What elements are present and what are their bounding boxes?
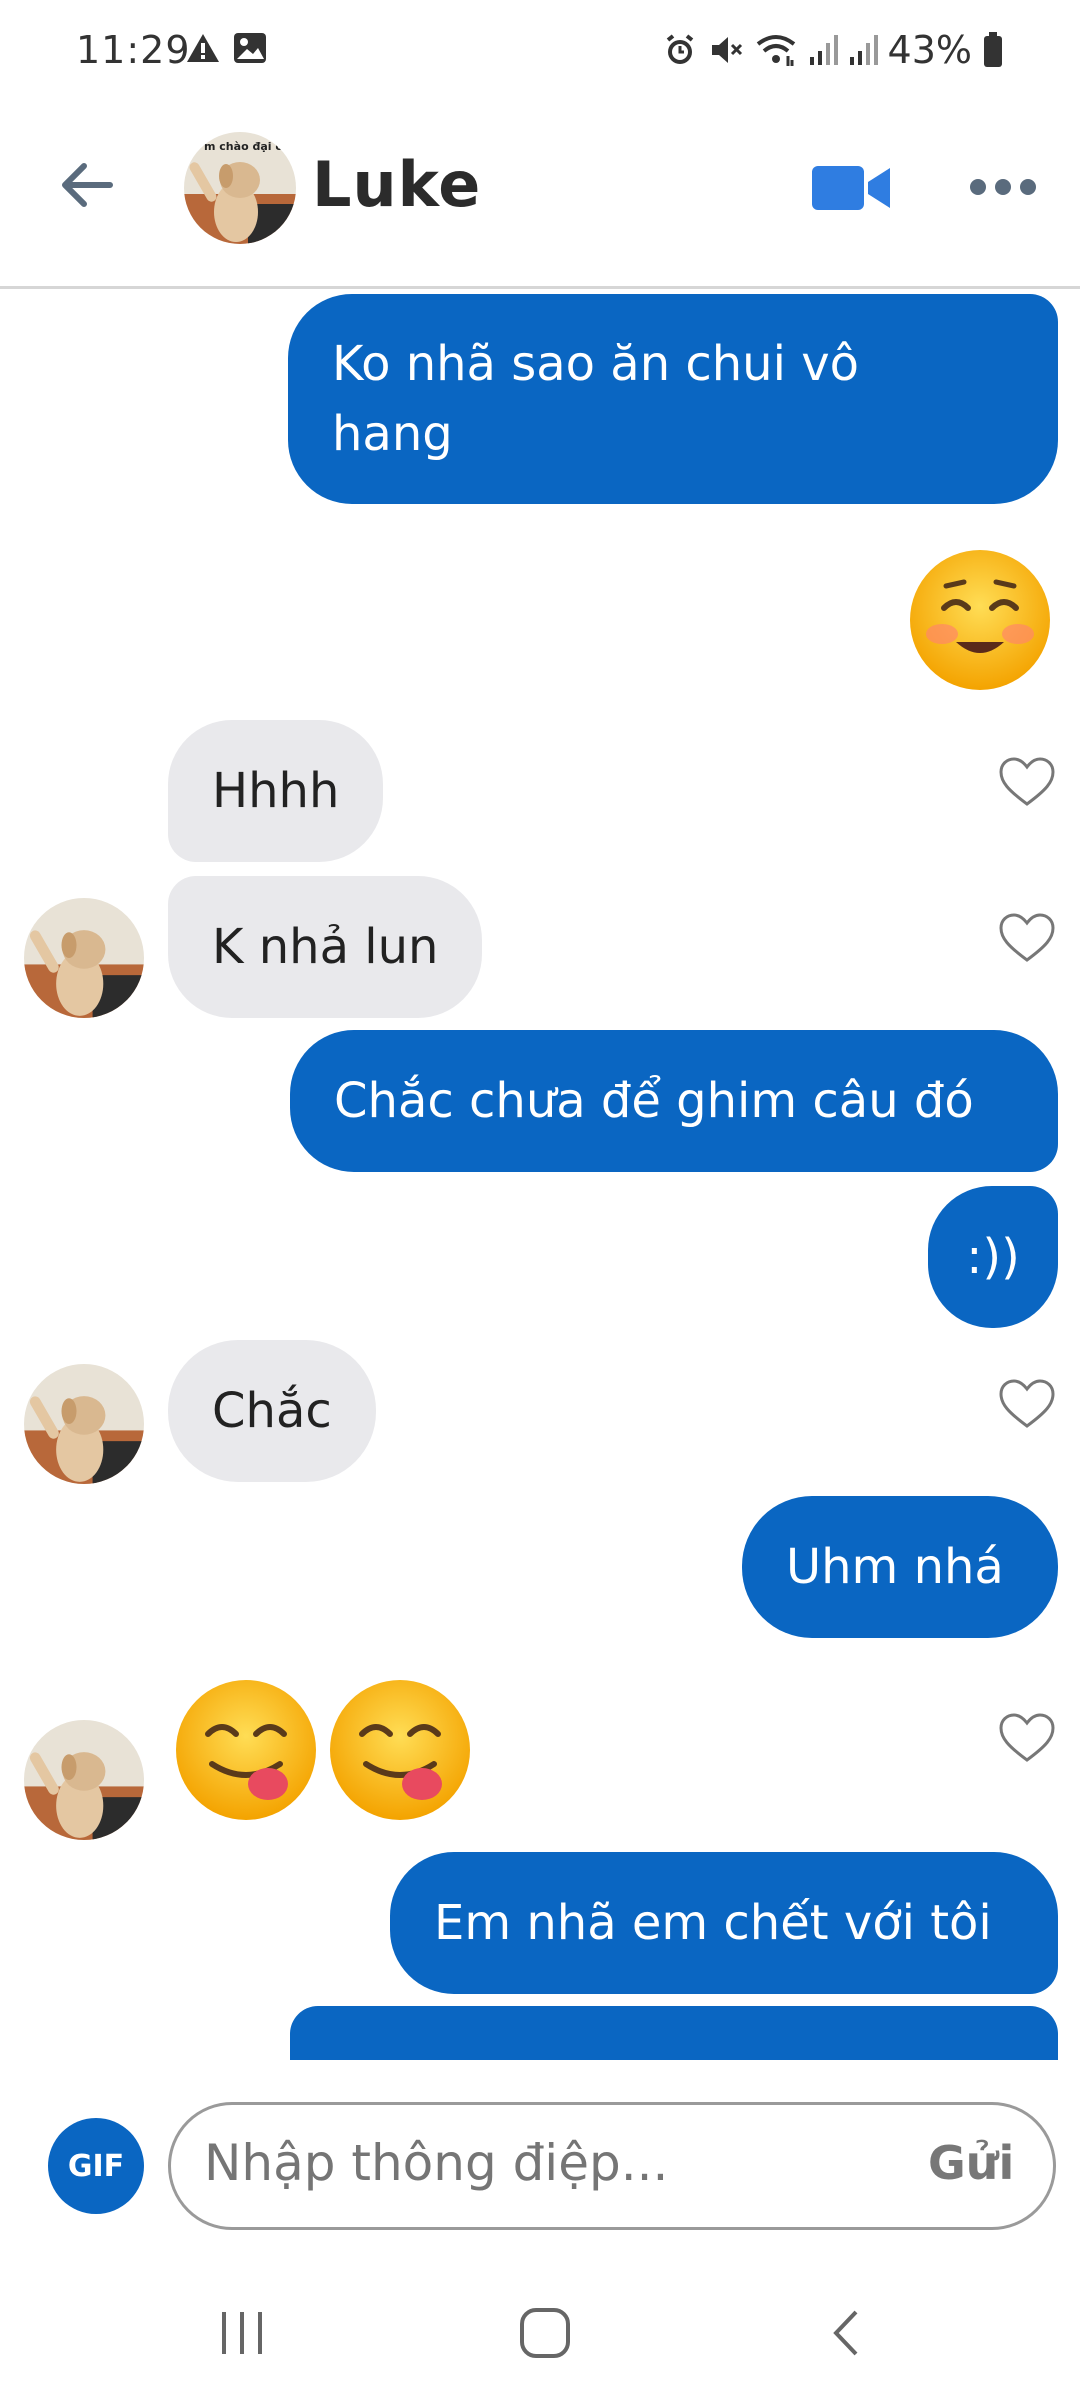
heart-icon[interactable] — [998, 1378, 1056, 1430]
face-savoring-food-emoji-icon[interactable] — [172, 1676, 320, 1824]
back-nav-icon[interactable] — [826, 2308, 866, 2358]
incoming-message[interactable]: K nhả lun — [168, 876, 483, 1018]
message-text: K nhả lun — [212, 919, 439, 975]
heart-icon[interactable] — [998, 1712, 1056, 1764]
message-text-line: Ko nhã sao ăn chui vô — [332, 336, 859, 392]
gif-button[interactable]: GIF — [48, 2118, 144, 2214]
send-button[interactable]: Gửi — [928, 2136, 1014, 2190]
svg-text:m chào đại c: m chào đại c — [204, 140, 282, 153]
heart-icon[interactable] — [998, 912, 1056, 964]
message-text: Uhm nhá — [786, 1539, 1004, 1595]
status-right-group: 43% — [662, 28, 1004, 72]
video-camera-icon — [812, 166, 890, 210]
contact-avatar[interactable]: m chào đại c — [184, 132, 296, 244]
warning-icon — [187, 34, 219, 62]
image-icon — [234, 33, 266, 63]
contact-name[interactable]: Luke — [312, 148, 481, 221]
face-savoring-food-emoji-icon[interactable] — [326, 1676, 474, 1824]
outgoing-message[interactable]: :)) — [928, 1186, 1058, 1328]
heart-icon[interactable] — [998, 756, 1056, 808]
wifi-icon — [756, 35, 795, 66]
contact-avatar-small[interactable] — [24, 898, 144, 1018]
incoming-message[interactable]: Chắc — [168, 1340, 376, 1482]
chat-header — [0, 90, 1080, 289]
mute-icon — [711, 37, 742, 63]
message-text: Em nhã em chết với tôi — [434, 1895, 992, 1951]
message-text: Chắc — [212, 1383, 332, 1439]
home-icon[interactable] — [518, 2306, 572, 2360]
arrow-left-icon — [62, 163, 113, 207]
status-time: 11:29 — [76, 28, 191, 72]
incoming-message[interactable]: Hhhh — [168, 720, 384, 862]
status-notification-icons — [185, 32, 267, 64]
more-horizontal-icon — [970, 179, 1036, 195]
more-options-button[interactable] — [968, 172, 1038, 202]
outgoing-message[interactable]: Chắc chưa để ghim câu đó — [290, 1030, 1058, 1172]
outgoing-message[interactable]: Em nhã em chết với tôi — [390, 1852, 1058, 1994]
dog-avatar-image — [24, 1364, 144, 1484]
message-text: :)) — [966, 1229, 1020, 1285]
battery-percent: 43% — [887, 28, 972, 72]
contact-avatar-small[interactable] — [24, 1720, 144, 1840]
dog-avatar-image — [24, 1720, 144, 1840]
signal-icon — [809, 35, 838, 65]
outgoing-message[interactable]: Uhm nhá — [742, 1496, 1058, 1638]
dog-avatar-image: m chào đại c — [184, 132, 296, 244]
message-text-line: hang — [332, 406, 453, 462]
alarm-icon — [666, 34, 693, 64]
signal-2-icon — [849, 35, 878, 65]
dog-avatar-image — [24, 898, 144, 1018]
message-input[interactable] — [204, 2134, 844, 2192]
battery-icon — [984, 32, 1002, 67]
message-text: Chắc chưa để ghim câu đó — [334, 1073, 974, 1129]
smiling-blush-emoji-icon[interactable] — [906, 546, 1054, 694]
system-navigation-bar — [0, 2260, 1080, 2400]
outgoing-message[interactable] — [290, 2006, 1058, 2060]
back-button[interactable] — [52, 150, 122, 220]
contact-avatar-small[interactable] — [24, 1364, 144, 1484]
video-call-button[interactable] — [810, 158, 894, 218]
message-text: Hhhh — [212, 763, 340, 819]
message-list[interactable]: Ko nhã sao ăn chui vô hang Hhhh K nhả lu… — [0, 290, 1080, 2060]
recent-apps-icon[interactable] — [218, 2308, 268, 2358]
outgoing-message[interactable]: Ko nhã sao ăn chui vô hang — [288, 294, 1058, 504]
